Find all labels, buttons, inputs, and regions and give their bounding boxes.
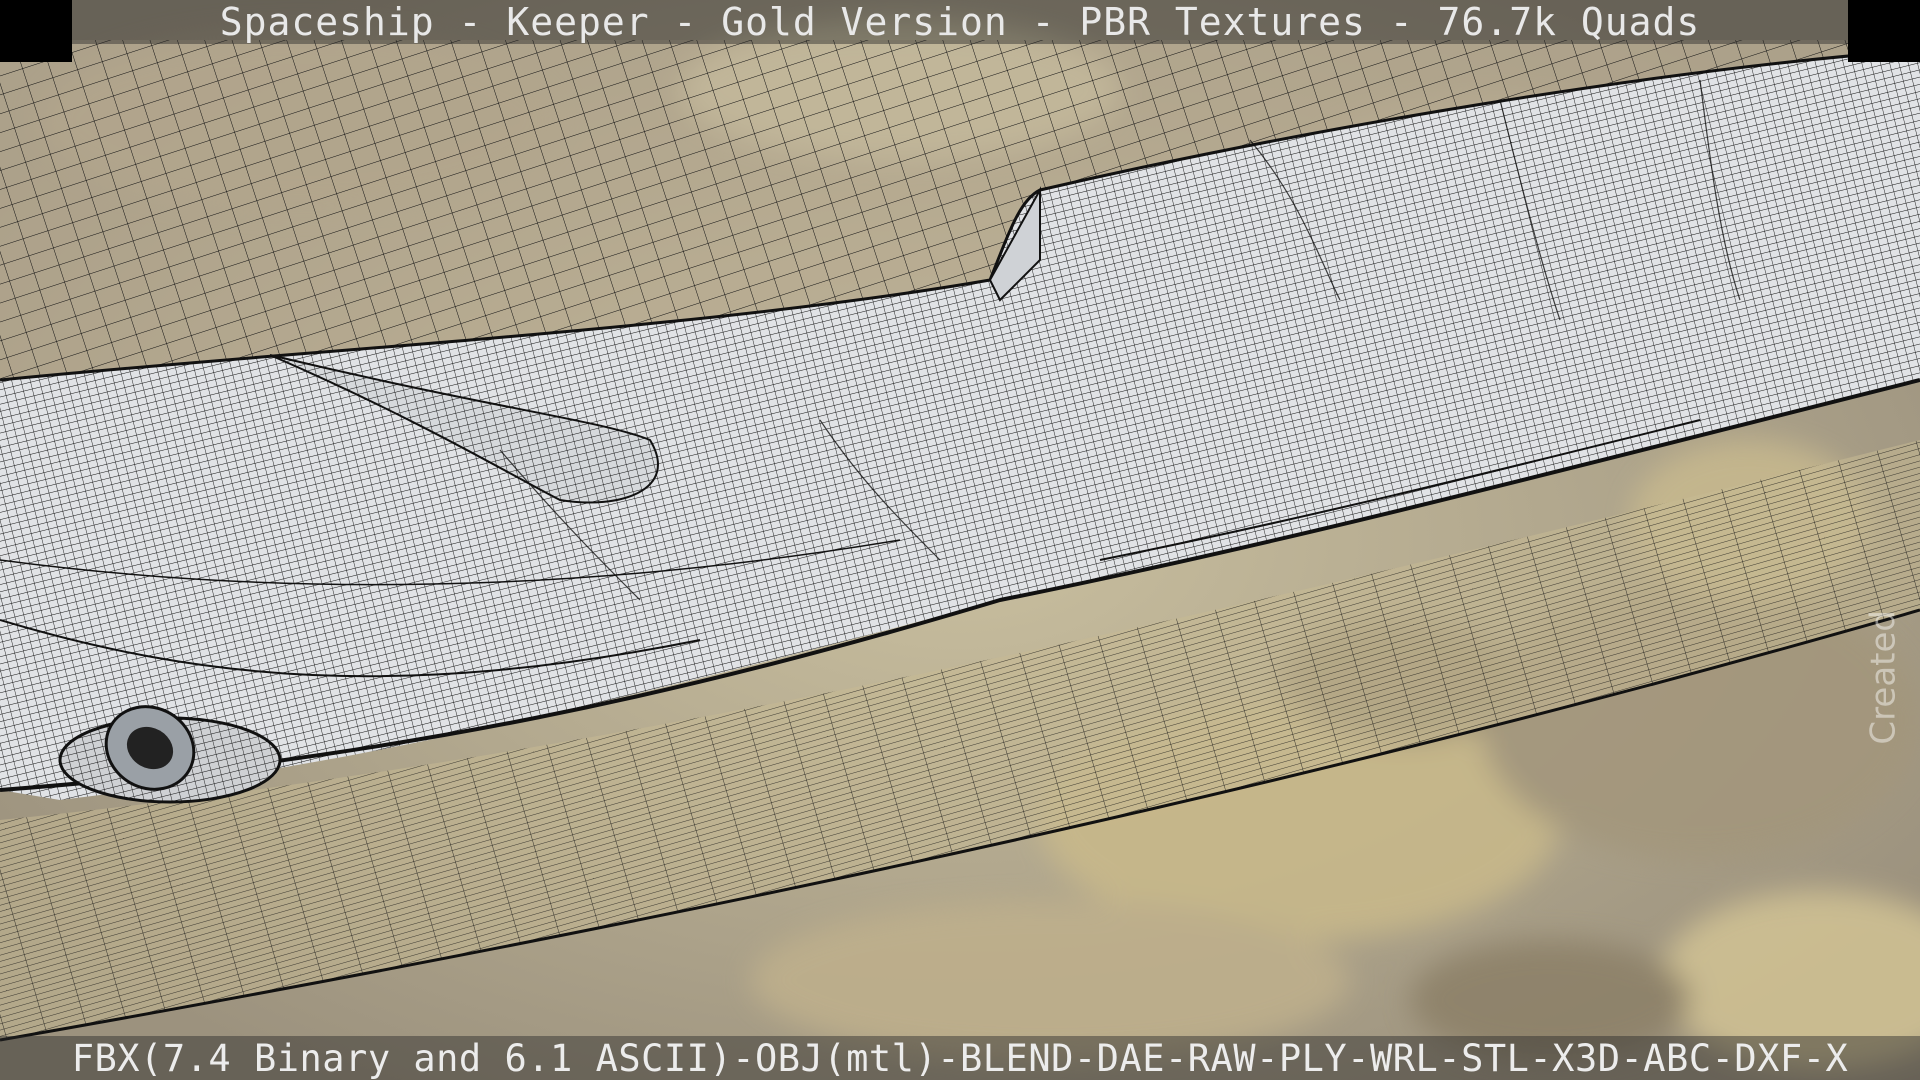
- corner-mask-right: [1848, 0, 1920, 62]
- file-formats-list: FBX(7.4 Binary and 6.1 ASCII)-OBJ(mtl)-B…: [71, 1036, 1849, 1080]
- render-viewport: Spaceship - Keeper - Gold Version - PBR …: [0, 0, 1920, 1080]
- model-title: Spaceship - Keeper - Gold Version - PBR …: [219, 0, 1701, 44]
- corner-mask-left: [0, 0, 72, 62]
- watermark-text: Created: [1864, 610, 1904, 745]
- title-bar: Spaceship - Keeper - Gold Version - PBR …: [72, 0, 1848, 44]
- formats-bar: FBX(7.4 Binary and 6.1 ASCII)-OBJ(mtl)-B…: [0, 1036, 1920, 1080]
- spaceship-wireframe: [0, 40, 1920, 1042]
